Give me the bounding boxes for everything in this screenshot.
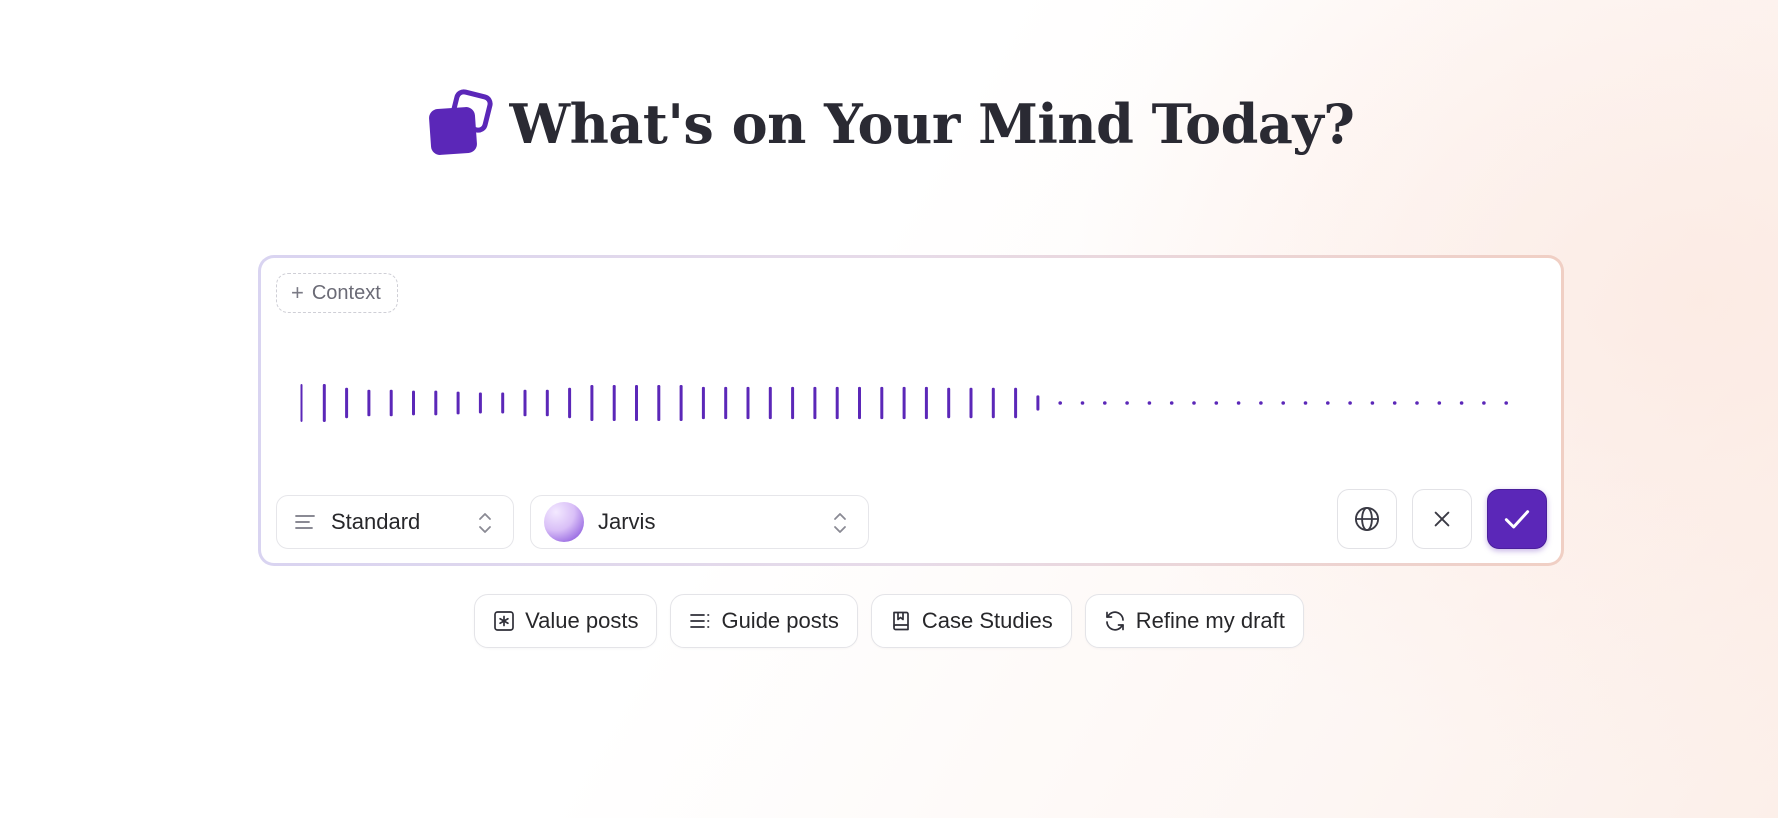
waveform-bar: [612, 384, 616, 422]
avatar: [544, 502, 584, 542]
persona-select[interactable]: Jarvis: [530, 495, 869, 549]
waveform-bar: [768, 386, 772, 420]
waveform-silence-dot: [1392, 401, 1397, 405]
waveform-silence-dot: [1058, 401, 1062, 405]
waveform-bar: [300, 384, 303, 422]
suggestion-case-studies[interactable]: Case Studies: [870, 594, 1072, 648]
header: What's on Your Mind Today?: [0, 88, 1778, 160]
waveform-bar: [1036, 395, 1040, 411]
waveform-bar: [969, 387, 973, 419]
waveform-silence-dot: [1147, 401, 1152, 405]
waveform-silence-dot: [1169, 401, 1174, 405]
suggestion-chips: Value posts Guide posts Case Studies Ref…: [0, 594, 1778, 648]
waveform-silence-dot: [1482, 401, 1486, 405]
waveform-bar: [545, 389, 549, 417]
waveform-bar: [322, 384, 326, 422]
waveform-bar: [635, 384, 638, 422]
waveform-bar: [701, 386, 705, 420]
waveform-silence-dot: [1437, 401, 1442, 405]
waveform-bar: [858, 386, 861, 420]
waveform-silence-dot: [1459, 401, 1464, 405]
waveform-bar: [924, 386, 928, 420]
waveform-bar: [947, 387, 951, 419]
waveform-bar: [724, 386, 728, 420]
waveform-silence-dot: [1281, 401, 1285, 405]
composer: + Context Standard Jarvis: [258, 255, 1564, 566]
add-context-button[interactable]: + Context: [276, 273, 398, 313]
audio-waveform: [300, 384, 1508, 422]
waveform-silence-dot: [1125, 401, 1129, 405]
waveform-bar: [679, 384, 683, 422]
format-select[interactable]: Standard: [276, 495, 514, 549]
chevron-up-down-icon: [479, 513, 491, 533]
close-icon: [1434, 511, 1450, 527]
waveform-bar: [813, 386, 817, 420]
chevron-up-down-icon: [834, 513, 846, 533]
waveform-bar: [456, 391, 460, 415]
waveform-bar: [478, 392, 482, 414]
cancel-recording-button[interactable]: [1412, 489, 1472, 549]
suggestion-value-posts[interactable]: Value posts: [474, 594, 658, 648]
waveform-silence-dot: [1415, 401, 1419, 405]
suggestion-refine-draft[interactable]: Refine my draft: [1084, 594, 1304, 648]
waveform-silence-dot: [1303, 401, 1308, 405]
asterisk-square-icon: [494, 611, 514, 631]
suggestion-guide-posts[interactable]: Guide posts: [670, 594, 858, 648]
confirm-recording-button[interactable]: [1487, 489, 1547, 549]
align-left-icon: [295, 515, 315, 529]
waveform-bar: [835, 386, 839, 420]
waveform-bar: [367, 389, 371, 417]
waveform-bar: [657, 384, 661, 422]
waveform-bar: [902, 386, 906, 420]
waveform-bar: [501, 392, 505, 414]
waveform-bar: [389, 389, 393, 417]
composer-panel: + Context Standard Jarvis: [261, 258, 1561, 563]
add-context-label: Context: [311, 281, 381, 304]
waveform-silence-dot: [1504, 401, 1508, 405]
waveform-bar: [880, 386, 884, 420]
waveform-silence-dot: [1370, 401, 1375, 405]
persona-select-value: Jarvis: [598, 509, 656, 534]
waveform-bar: [345, 387, 349, 419]
waveform-bar: [568, 387, 572, 419]
waveform-bar: [746, 386, 750, 420]
suggestion-label: Case Studies: [921, 608, 1053, 633]
waveform-silence-dot: [1103, 401, 1107, 405]
waveform-silence-dot: [1326, 401, 1330, 405]
suggestion-label: Guide posts: [721, 608, 839, 633]
web-search-toggle-button[interactable]: [1337, 489, 1397, 549]
page-title: What's on Your Mind Today?: [509, 92, 1355, 156]
refresh-icon: [1105, 611, 1124, 631]
waveform-bar: [412, 390, 415, 416]
waveform-bar: [1014, 387, 1018, 419]
waveform-bar: [590, 384, 594, 422]
waveform-bar: [434, 390, 438, 416]
suggestion-label: Refine my draft: [1135, 608, 1285, 633]
bookmark-book-icon: [893, 611, 909, 631]
format-select-value: Standard: [331, 509, 421, 534]
waveform-bar: [791, 386, 795, 420]
waveform-bar: [991, 387, 995, 419]
waveform-silence-dot: [1348, 401, 1352, 405]
stacked-squares-logo-icon: [428, 89, 493, 155]
plus-icon: +: [291, 280, 304, 305]
check-icon: [1504, 510, 1530, 529]
waveform-silence-dot: [1259, 401, 1263, 405]
waveform-silence-dot: [1192, 401, 1196, 405]
suggestion-label: Value posts: [525, 608, 639, 633]
list-icon: [690, 614, 710, 628]
waveform-silence-dot: [1214, 401, 1219, 405]
globe-icon: [1354, 506, 1380, 532]
waveform-silence-dot: [1236, 401, 1241, 405]
waveform-silence-dot: [1080, 401, 1085, 405]
waveform-bar: [523, 389, 527, 417]
